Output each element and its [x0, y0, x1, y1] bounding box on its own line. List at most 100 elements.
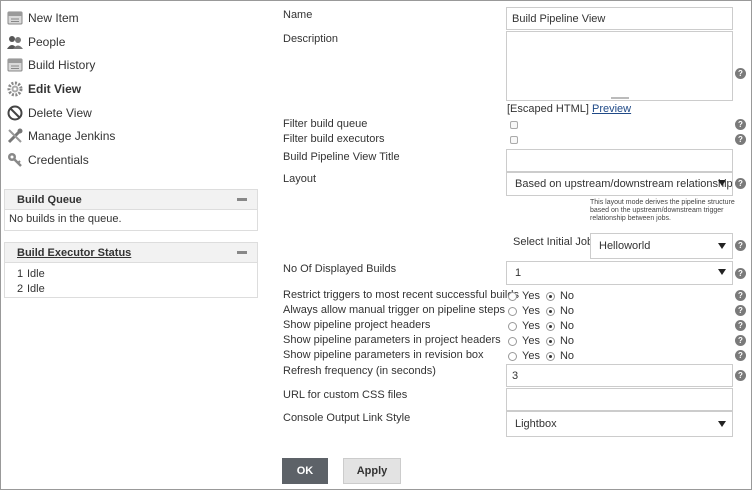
sidebar-item-manage-jenkins[interactable]: Manage Jenkins — [6, 126, 115, 146]
escaped-html-note: [Escaped HTML] Preview — [507, 103, 631, 115]
radio-yes-label: Yes — [522, 350, 540, 362]
chevron-down-icon — [718, 421, 726, 427]
displayed-builds-value: 1 — [515, 267, 522, 279]
people-icon — [6, 33, 24, 51]
params-revision-radio[interactable]: Yes No — [508, 350, 574, 362]
radio-no-label: No — [559, 335, 575, 347]
executor-status-pane: Build Executor Status 1 Idle 2 Idle — [4, 242, 258, 298]
executor-status-title[interactable]: Build Executor Status — [17, 247, 131, 259]
executor-row: 1 Idle — [5, 266, 257, 281]
radio-no[interactable] — [545, 291, 555, 301]
help-icon[interactable]: ? — [735, 320, 746, 331]
sidebar-item-credentials[interactable]: Credentials — [6, 150, 89, 170]
sidebar-item-label: Delete View — [28, 106, 92, 120]
help-icon[interactable]: ? — [735, 68, 746, 79]
executor-row: 2 Idle — [5, 281, 257, 296]
escaped-html-label: [Escaped HTML] — [507, 103, 589, 115]
radio-yes-label: Yes — [522, 305, 540, 317]
view-title-field[interactable] — [506, 149, 733, 172]
name-field[interactable]: Build Pipeline View — [506, 7, 733, 30]
preview-link[interactable]: Preview — [592, 103, 631, 115]
radio-no-label: No — [559, 305, 575, 317]
console-style-value: Lightbox — [515, 418, 557, 430]
help-icon[interactable]: ? — [735, 268, 746, 279]
key-icon — [6, 151, 24, 169]
sidebar-item-label: People — [28, 35, 66, 49]
sidebar-item-label: Edit View — [28, 82, 82, 96]
help-icon[interactable]: ? — [735, 305, 746, 316]
filter-executors-label: Filter build executors — [283, 133, 385, 145]
radio-yes-label: Yes — [522, 335, 540, 347]
css-url-field[interactable] — [506, 388, 733, 411]
help-icon[interactable]: ? — [735, 119, 746, 130]
build-queue-empty: No builds in the queue. — [9, 213, 122, 225]
radio-no[interactable] — [545, 321, 555, 331]
help-icon[interactable]: ? — [735, 240, 746, 251]
filter-executors-checkbox[interactable] — [510, 136, 518, 144]
initial-job-label: Select Initial Job — [513, 236, 594, 248]
sidebar-item-label: New Item — [28, 11, 79, 25]
chevron-down-icon — [718, 180, 726, 186]
refresh-field[interactable]: 3 — [506, 364, 733, 387]
radio-yes[interactable] — [508, 321, 517, 331]
sidebar-item-people[interactable]: People — [6, 32, 65, 52]
help-icon[interactable]: ? — [735, 178, 746, 189]
params-revision-label: Show pipeline parameters in revision box — [283, 349, 484, 361]
build-queue-title: Build Queue — [17, 193, 82, 206]
radio-no-label: No — [559, 320, 575, 332]
manual-trigger-radio[interactable]: Yes No — [508, 305, 574, 317]
description-textarea[interactable] — [506, 31, 733, 101]
wrench-icon — [6, 127, 24, 145]
radio-yes-label: Yes — [522, 320, 540, 332]
layout-select[interactable]: Based on upstream/downstream relationshi… — [506, 172, 733, 196]
sidebar-item-label: Credentials — [28, 153, 89, 167]
sidebar-item-edit-view[interactable]: Edit View — [6, 79, 81, 99]
executor-status: Idle — [27, 282, 45, 295]
radio-yes[interactable] — [508, 306, 517, 316]
sidebar-item-new-item[interactable]: New Item — [6, 8, 79, 28]
help-icon[interactable]: ? — [735, 134, 746, 145]
sidebar-item-build-history[interactable]: Build History — [6, 55, 95, 75]
help-icon[interactable]: ? — [735, 350, 746, 361]
executor-number: 2 — [17, 282, 24, 295]
initial-job-value: Helloworld — [599, 240, 651, 252]
filter-queue-checkbox[interactable] — [510, 121, 518, 129]
params-headers-radio[interactable]: Yes No — [508, 335, 574, 347]
resize-handle[interactable] — [611, 97, 629, 99]
chevron-down-icon — [718, 243, 726, 249]
notepad-icon — [6, 9, 24, 27]
name-label: Name — [283, 9, 313, 21]
radio-no-label: No — [559, 350, 575, 362]
executor-status-header: Build Executor Status — [5, 243, 257, 263]
build-queue-header: Build Queue — [5, 190, 257, 210]
radio-yes[interactable] — [508, 291, 517, 301]
params-headers-label: Show pipeline parameters in project head… — [283, 334, 501, 346]
initial-job-select[interactable]: Helloworld — [590, 233, 733, 259]
radio-yes[interactable] — [508, 336, 517, 346]
help-icon[interactable]: ? — [735, 335, 746, 346]
radio-no[interactable] — [545, 306, 555, 316]
view-title-label: Build Pipeline View Title — [283, 151, 400, 163]
executor-status: Idle — [27, 267, 45, 280]
help-icon[interactable]: ? — [735, 290, 746, 301]
refresh-label: Refresh frequency (in seconds) — [283, 365, 436, 377]
layout-label: Layout — [283, 173, 317, 185]
description-label: Description — [283, 33, 339, 45]
console-style-select[interactable]: Lightbox — [506, 411, 733, 437]
ok-button[interactable]: OK — [282, 458, 328, 484]
chevron-down-icon — [718, 269, 726, 275]
restrict-triggers-radio[interactable]: Yes No — [508, 290, 574, 302]
displayed-builds-select[interactable]: 1 — [506, 261, 733, 285]
console-style-label: Console Output Link Style — [283, 412, 411, 424]
radio-yes[interactable] — [508, 351, 517, 361]
project-headers-radio[interactable]: Yes No — [508, 320, 574, 332]
apply-button[interactable]: Apply — [343, 458, 401, 484]
collapse-icon[interactable] — [237, 198, 247, 201]
radio-no-label: No — [559, 290, 575, 302]
help-icon[interactable]: ? — [735, 370, 746, 381]
sidebar-item-delete-view[interactable]: Delete View — [6, 103, 92, 123]
executor-number: 1 — [17, 267, 24, 280]
radio-no[interactable] — [545, 351, 555, 361]
collapse-icon[interactable] — [237, 251, 247, 254]
radio-no[interactable] — [545, 336, 555, 346]
